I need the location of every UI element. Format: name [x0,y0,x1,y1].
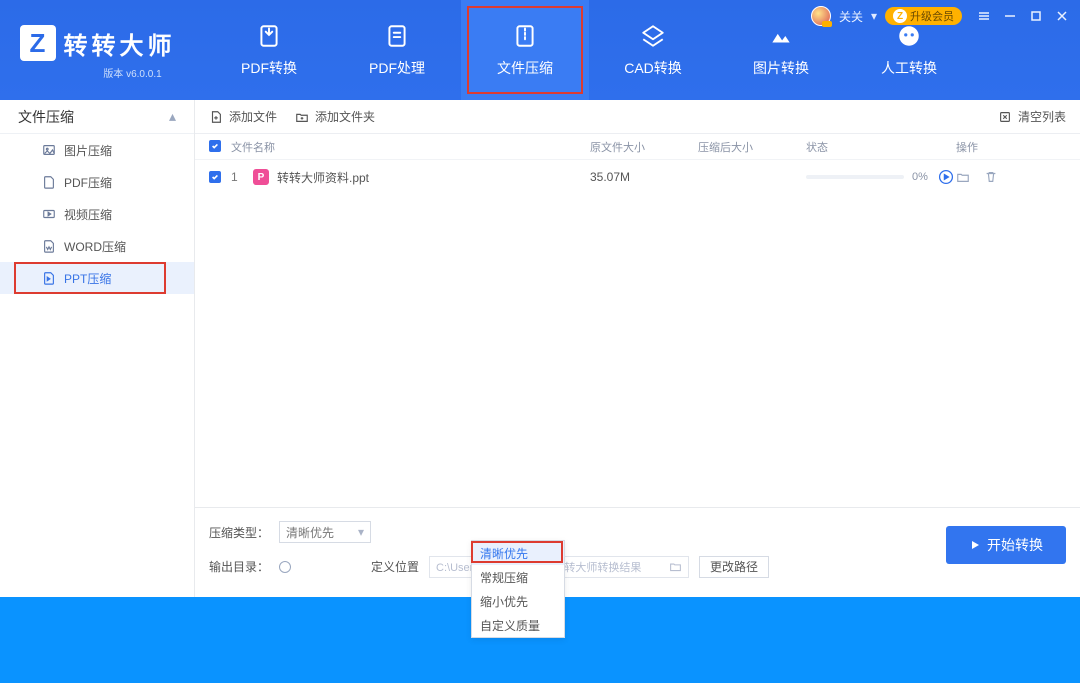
app-header: Z 转转大师 版本 v6.0.0.1 PDF转换 PDF处理 文件压缩 [0,0,1080,100]
folder-icon[interactable] [669,560,682,573]
clear-list-button[interactable]: 清空列表 [998,108,1066,125]
user-avatar[interactable] [811,6,831,26]
chevron-up-icon: ▴ [169,108,176,125]
dropdown-option[interactable]: 常规压缩 [472,565,564,589]
start-convert-button[interactable]: 开始转换 [946,526,1066,564]
content-area: 添加文件 添加文件夹 清空列表 文件名称 原文件大小 压缩后大小 状态 操作 1… [195,100,1080,597]
ppt-file-icon: P [253,169,269,185]
output-radio-original[interactable] [279,561,291,573]
toolbar: 添加文件 添加文件夹 清空列表 [195,100,1080,134]
tab-pdf-process[interactable]: PDF处理 [333,0,461,100]
compress-type-select[interactable]: 清晰优先 ▾ [279,521,371,543]
col-size: 原文件大小 [590,139,698,155]
add-folder-button[interactable]: 添加文件夹 [295,108,375,125]
table-row[interactable]: 1 P 转转大师资料.ppt 35.07M 0% [195,160,1080,194]
compress-type-label: 压缩类型： [209,524,269,541]
sidebar-item-word-compress[interactable]: WORD压缩 [0,230,194,262]
dropdown-option[interactable]: 自定义质量 [472,613,564,637]
row-index: 1 [231,170,245,184]
cad-convert-icon [639,22,667,50]
open-folder-icon[interactable] [956,170,970,184]
pdf-process-icon [383,22,411,50]
dropdown-option[interactable]: 缩小优先 [472,589,564,613]
sidebar-item-video-compress[interactable]: 视频压缩 [0,198,194,230]
titlebar-right: 关关 ▾ Z升级会员 [811,6,1070,26]
sidebar-item-pdf-compress[interactable]: PDF压缩 [0,166,194,198]
add-file-button[interactable]: 添加文件 [209,108,277,125]
row-checkbox[interactable] [209,171,221,183]
app-name: 转转大师 [64,26,176,61]
progress-percent: 0% [912,171,928,183]
logo-area: Z 转转大师 版本 v6.0.0.1 [0,0,195,80]
file-size: 35.07M [590,170,698,184]
human-convert-icon [895,22,923,50]
col-name: 文件名称 [231,139,590,155]
pdf-convert-icon [255,22,283,50]
sidebar-item-image-compress[interactable]: 图片压缩 [0,134,194,166]
tab-cad-convert[interactable]: CAD转换 [589,0,717,100]
sidebar-title: 文件压缩 [18,107,74,127]
table-header: 文件名称 原文件大小 压缩后大小 状态 操作 [195,134,1080,160]
app-version: 版本 v6.0.0.1 [103,65,161,80]
compress-type-dropdown: 清晰优先 常规压缩 缩小优先 自定义质量 [471,540,565,638]
menu-icon[interactable] [976,8,992,24]
change-path-button[interactable]: 更改路径 [699,556,769,578]
chevron-down-icon: ▾ [358,525,364,539]
select-all-checkbox[interactable] [209,140,221,152]
maximize-icon[interactable] [1028,8,1044,24]
sidebar-header[interactable]: 文件压缩 ▴ [0,100,194,134]
output-dir-label: 输出目录： [209,558,269,575]
tab-file-compress[interactable]: 文件压缩 [461,0,589,100]
main-area: 文件压缩 ▴ 图片压缩 PDF压缩 视频压缩 WORD压缩 PPT压缩 添加 [0,100,1080,597]
app-logo-icon: Z [20,25,56,61]
close-icon[interactable] [1054,8,1070,24]
col-csize: 压缩后大小 [698,139,806,155]
minimize-icon[interactable] [1002,8,1018,24]
col-ops: 操作 [956,139,1066,155]
sidebar: 文件压缩 ▴ 图片压缩 PDF压缩 视频压缩 WORD压缩 PPT压缩 [0,100,195,597]
file-compress-icon [511,22,539,50]
upgrade-button[interactable]: Z升级会员 [885,7,962,25]
custom-location-label: 定义位置 [371,558,419,575]
tab-pdf-convert[interactable]: PDF转换 [205,0,333,100]
dropdown-option[interactable]: 清晰优先 [472,541,564,565]
user-name[interactable]: 关关 [839,8,863,25]
file-name: 转转大师资料.ppt [277,169,369,186]
play-icon[interactable] [938,169,954,185]
bottom-bar: 压缩类型： 清晰优先 ▾ 输出目录： 定义位置 C:\Users\leslie\… [195,507,1080,597]
progress-bar [806,175,904,179]
sidebar-item-ppt-compress[interactable]: PPT压缩 [0,262,194,294]
col-status: 状态 [806,139,956,155]
delete-icon[interactable] [984,170,998,184]
image-convert-icon [767,22,795,50]
